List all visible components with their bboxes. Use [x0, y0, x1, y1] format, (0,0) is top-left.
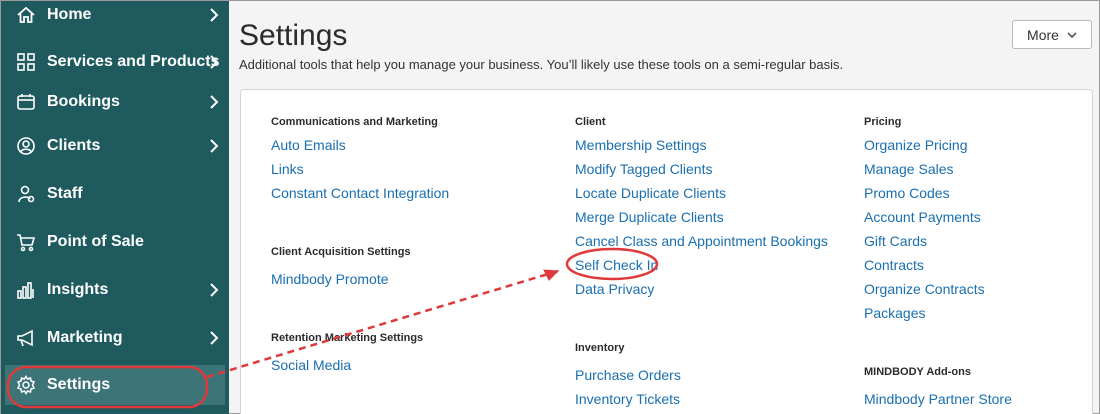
section-title-inventory: Inventory — [575, 342, 625, 354]
grid-icon — [15, 51, 37, 73]
home-icon — [15, 4, 37, 26]
link-promo-codes[interactable]: Promo Codes — [864, 185, 950, 201]
sidebar-item-marketing[interactable]: Marketing — [1, 316, 229, 360]
link-gift-cards[interactable]: Gift Cards — [864, 233, 927, 249]
sidebar-item-bookings[interactable]: Bookings — [1, 80, 229, 124]
chevron-right-icon — [210, 139, 219, 153]
link-manage-sales[interactable]: Manage Sales — [864, 161, 954, 177]
more-button[interactable]: More — [1012, 20, 1092, 49]
staff-icon — [15, 183, 37, 205]
sidebar-item-home[interactable]: Home — [1, 0, 229, 37]
link-mindbody-promote[interactable]: Mindbody Promote — [271, 271, 389, 287]
sidebar-item-settings[interactable]: Settings — [5, 365, 225, 405]
sidebar-item-label: Insights — [47, 281, 109, 298]
link-modify-tagged-clients[interactable]: Modify Tagged Clients — [575, 161, 712, 177]
link-merge-duplicate-clients[interactable]: Merge Duplicate Clients — [575, 209, 724, 225]
section-title-pricing: Pricing — [864, 116, 902, 128]
sidebar-item-label: Clients — [47, 137, 101, 154]
section-title-mindbody-addons: MINDBODY Add-ons — [864, 366, 971, 378]
section-title-communications: Communications and Marketing — [271, 116, 438, 128]
link-contracts[interactable]: Contracts — [864, 257, 924, 273]
calendar-icon — [15, 91, 37, 113]
sidebar-item-point-of-sale[interactable]: Point of Sale — [1, 220, 229, 264]
sidebar-item-clients[interactable]: Clients — [1, 124, 229, 168]
link-organize-pricing[interactable]: Organize Pricing — [864, 137, 968, 153]
sidebar-item-label: Services and Products — [47, 53, 220, 70]
link-organize-contracts[interactable]: Organize Contracts — [864, 281, 985, 297]
link-social-media[interactable]: Social Media — [271, 357, 351, 373]
link-account-payments[interactable]: Account Payments — [864, 209, 981, 225]
bar-chart-icon — [15, 279, 37, 301]
cart-icon — [15, 231, 37, 253]
section-title-client: Client — [575, 116, 606, 128]
section-title-client-acquisition: Client Acquisition Settings — [271, 246, 411, 258]
sidebar-item-staff[interactable]: Staff — [1, 172, 229, 216]
sidebar-item-label: Home — [47, 6, 92, 23]
sidebar-item-insights[interactable]: Insights — [1, 268, 229, 312]
main-content: Settings Additional tools that help you … — [229, 1, 1099, 414]
megaphone-icon — [15, 327, 37, 349]
user-circle-icon — [15, 135, 37, 157]
chevron-right-icon — [210, 8, 219, 22]
link-locate-duplicate-clients[interactable]: Locate Duplicate Clients — [575, 185, 726, 201]
link-mindbody-partner-store[interactable]: Mindbody Partner Store — [864, 391, 1012, 407]
link-data-privacy[interactable]: Data Privacy — [575, 281, 654, 297]
chevron-right-icon — [210, 95, 219, 109]
more-button-label: More — [1027, 26, 1059, 43]
sidebar-item-services-and-products[interactable]: Services and Products — [1, 40, 229, 84]
link-packages[interactable]: Packages — [864, 305, 925, 321]
sidebar-nav: Home Services and Products Bookings Clie… — [1, 1, 229, 414]
section-title-retention: Retention Marketing Settings — [271, 332, 424, 344]
chevron-right-icon — [210, 283, 219, 297]
link-constant-contact[interactable]: Constant Contact Integration — [271, 185, 449, 201]
gear-icon — [15, 374, 37, 396]
link-inventory-tickets[interactable]: Inventory Tickets — [575, 391, 680, 407]
link-membership-settings[interactable]: Membership Settings — [575, 137, 707, 153]
page-title: Settings — [239, 19, 348, 52]
link-self-check-in[interactable]: Self Check In — [575, 257, 658, 273]
chevron-right-icon — [210, 331, 219, 345]
sidebar-item-label: Staff — [47, 185, 83, 202]
link-auto-emails[interactable]: Auto Emails — [271, 137, 346, 153]
sidebar-item-label: Marketing — [47, 329, 123, 346]
chevron-right-icon — [210, 55, 219, 69]
link-links[interactable]: Links — [271, 161, 304, 177]
link-purchase-orders[interactable]: Purchase Orders — [575, 367, 681, 383]
sidebar-item-label: Bookings — [47, 93, 120, 110]
page-subtitle: Additional tools that help you manage yo… — [239, 57, 844, 72]
sidebar-item-label: Point of Sale — [47, 233, 144, 250]
settings-card: Communications and Marketing Auto Emails… — [240, 89, 1093, 414]
link-cancel-bookings[interactable]: Cancel Class and Appointment Bookings — [575, 233, 828, 249]
sidebar-item-label: Settings — [47, 376, 111, 393]
chevron-down-icon — [1067, 31, 1077, 38]
